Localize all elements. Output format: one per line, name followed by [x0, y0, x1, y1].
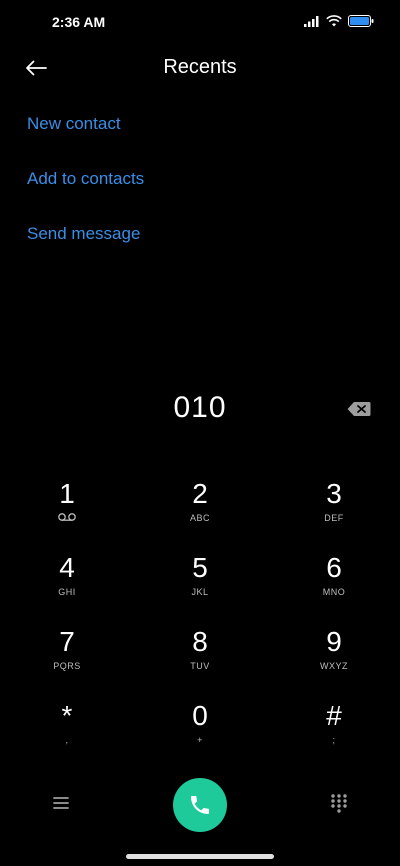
- new-contact-link[interactable]: New contact: [27, 112, 144, 167]
- voicemail-icon: [22, 512, 112, 525]
- dialed-number: 010: [173, 391, 227, 424]
- key-4[interactable]: 4 GHI: [22, 552, 112, 616]
- key-digit: 3: [326, 478, 342, 509]
- key-3[interactable]: 3 DEF: [289, 478, 379, 542]
- header: Recents: [0, 48, 400, 88]
- key-digit: 4: [59, 552, 75, 583]
- key-6[interactable]: 6 MNO: [289, 552, 379, 616]
- key-letters: DEF: [324, 513, 344, 523]
- page-title: Recents: [163, 56, 237, 78]
- key-2[interactable]: 2 ABC: [155, 478, 245, 542]
- key-letters: JKL: [191, 587, 209, 597]
- key-7[interactable]: 7 PQRS: [22, 626, 112, 690]
- key-letters: GHI: [58, 587, 76, 597]
- battery-icon: [348, 15, 374, 27]
- key-8[interactable]: 8 TUV: [155, 626, 245, 690]
- key-hash[interactable]: # ;: [289, 700, 379, 764]
- phone-icon: [191, 796, 209, 814]
- key-letters: ;: [332, 735, 336, 745]
- bottom-bar: [0, 776, 400, 832]
- action-list: New contact Add to contacts Send message: [27, 112, 144, 277]
- key-star[interactable]: * ,: [22, 700, 112, 764]
- key-0[interactable]: 0 +: [155, 700, 245, 764]
- key-digit: 7: [59, 626, 75, 657]
- key-digit: 8: [192, 626, 208, 657]
- key-9[interactable]: 9 WXYZ: [289, 626, 379, 690]
- add-to-contacts-link[interactable]: Add to contacts: [27, 167, 144, 222]
- dialpad-icon: [331, 794, 347, 813]
- key-digit: #: [326, 700, 342, 731]
- wifi-icon: [326, 15, 342, 27]
- status-bar: 2:36 AM: [0, 0, 400, 44]
- dialpad-toggle-button[interactable]: [328, 792, 350, 814]
- signal-icon: [304, 16, 319, 27]
- home-indicator[interactable]: [126, 854, 274, 859]
- key-digit: 0: [192, 700, 208, 731]
- key-letters: ABC: [189, 513, 210, 523]
- key-letters: +: [197, 735, 203, 745]
- backspace-button[interactable]: [346, 400, 372, 418]
- status-icons: [304, 15, 374, 27]
- key-letters: PQRS: [53, 661, 81, 671]
- menu-button[interactable]: [50, 792, 72, 814]
- menu-icon: [53, 797, 69, 809]
- key-letters: MNO: [322, 587, 346, 597]
- key-1[interactable]: 1: [22, 478, 112, 542]
- call-button[interactable]: [173, 778, 227, 832]
- key-letters: WXYZ: [320, 661, 348, 671]
- key-5[interactable]: 5 JKL: [155, 552, 245, 616]
- key-digit: *: [61, 700, 73, 731]
- key-digit: 6: [326, 552, 342, 583]
- backspace-icon: [347, 402, 371, 416]
- key-letters: TUV: [190, 661, 210, 671]
- key-digit: 5: [192, 552, 208, 583]
- key-digit: 1: [59, 478, 75, 509]
- status-time: 2:36 AM: [52, 14, 106, 30]
- send-message-link[interactable]: Send message: [27, 222, 144, 277]
- key-digit: 9: [326, 626, 342, 657]
- key-letters: ,: [65, 735, 69, 745]
- key-digit: 2: [192, 478, 208, 509]
